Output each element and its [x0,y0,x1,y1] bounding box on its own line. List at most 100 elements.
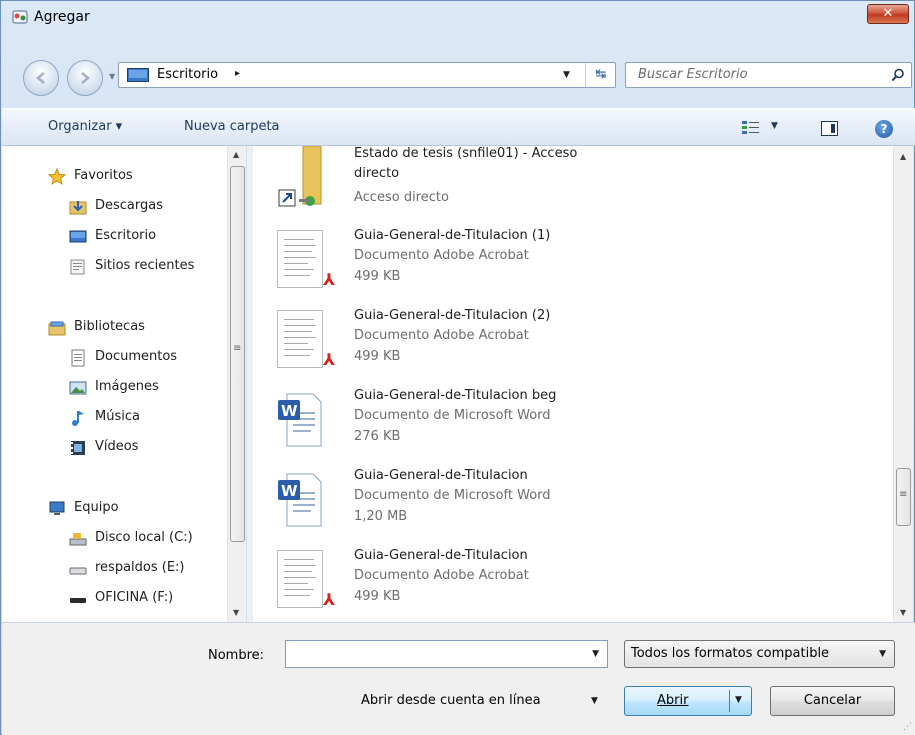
pane-splitter[interactable] [246,146,253,622]
file-type: Documento de Microsoft Word [354,488,551,503]
scroll-down-icon[interactable]: ▼ [233,608,239,617]
resize-grip-icon[interactable]: ⋰ [903,722,912,732]
recent-locations-dropdown[interactable]: ▼ [109,72,115,81]
word-document-icon: W [278,473,322,527]
scroll-up-icon[interactable]: ▲ [233,150,239,159]
libraries-icon [48,321,66,336]
back-button[interactable] [23,60,59,96]
file-type: Documento Adobe Acrobat [354,328,529,343]
system-drive-icon [69,533,87,546]
refresh-button[interactable]: ↹ [585,63,616,87]
file-item[interactable]: ⅄ Guia-General-de-Titulacion (1) Documen… [253,226,873,306]
address-dropdown-icon[interactable]: ▼ [563,70,570,80]
nav-pictures-label: Imágenes [95,379,159,394]
command-toolbar: Organizar ▾ Nueva carpeta ▼ ? [2,108,915,146]
new-folder-button[interactable]: Nueva carpeta [184,119,280,134]
nav-documents-label: Documentos [95,349,178,364]
cancel-button[interactable]: Cancelar [770,686,895,716]
file-list-scrollbar-thumb[interactable] [896,468,911,526]
usb-drive-icon [70,598,86,603]
change-view-icon[interactable] [741,119,761,137]
file-size: 499 KB [354,589,401,604]
file-name: Guia-General-de-Titulacion beg [354,388,557,403]
file-type: Documento de Microsoft Word [354,408,551,423]
chevron-down-icon: ▼ [879,649,886,659]
nav-recent-places-label: Sitios recientes [95,258,195,273]
cancel-button-label: Cancelar [803,693,862,708]
nav-scrollbar-thumb[interactable] [230,166,245,542]
open-online-dropdown-icon[interactable]: ▼ [591,696,598,706]
close-button[interactable]: ✕ [867,4,909,24]
file-item[interactable]: ⅄ Guia-General-de-Titulacion (2) Documen… [253,306,873,386]
pdf-file-icon [277,310,323,368]
open-options-dropdown-icon[interactable]: ▼ [735,695,742,705]
pdf-file-icon [277,230,323,288]
file-name-dropdown-icon[interactable]: ▼ [592,649,599,659]
forward-button[interactable] [67,60,103,96]
file-type: Documento Adobe Acrobat [354,248,529,263]
file-item[interactable]: W Guia-General-de-Titulacion Documento d… [253,466,873,546]
desktop-icon [69,230,87,243]
file-size: 276 KB [354,429,401,444]
file-list-scrollbar[interactable]: ▲ ▼ [893,146,913,622]
downloads-folder-icon [69,201,87,215]
file-item[interactable]: W Guia-General-de-Titulacion beg Documen… [253,386,873,466]
nav-videos-label: Vídeos [95,439,139,454]
search-icon[interactable] [891,68,905,82]
file-name: Guia-General-de-Titulacion [354,548,528,563]
nav-desktop-label: Escritorio [95,228,157,243]
acrobat-icon: ⅄ [323,350,336,369]
preview-pane-icon[interactable] [821,121,838,136]
file-type-filter-value: Todos los formatos compatible [631,646,830,661]
file-name-line2: directo [354,166,400,181]
pictures-icon [69,381,87,395]
nav-disk-f-label: OFICINA (F:) [95,590,174,605]
videos-icon [71,441,85,455]
desktop-icon [127,68,149,82]
file-dialog-window: Agregar ✕ ▼ Escritorio ▸ ▼ ↹ Buscar Escr… [0,0,915,735]
pdf-file-icon [277,550,323,608]
file-size: 499 KB [354,349,401,364]
help-icon[interactable]: ? [875,120,893,138]
documents-icon [71,349,85,367]
file-type: Documento Adobe Acrobat [354,568,529,583]
refresh-icon: ↹ [595,67,607,82]
drive-icon [69,567,87,575]
view-options-dropdown[interactable]: ▼ [771,121,778,131]
word-document-icon: W [278,393,322,447]
nav-computer-label: Equipo [74,500,119,515]
app-icon [12,10,28,24]
music-icon [72,411,84,426]
open-online-account-link[interactable]: Abrir desde cuenta en línea [361,693,541,708]
dialog-footer: Nombre: ▼ Todos los formatos compatible … [2,622,915,735]
search-placeholder: Buscar Escritorio [638,67,748,82]
file-name-input[interactable]: ▼ [285,640,608,668]
organize-button[interactable]: Organizar ▾ [48,119,122,134]
nav-libraries-label: Bibliotecas [74,319,145,334]
forward-arrow-icon [81,72,90,84]
file-type: Acceso directo [354,190,449,205]
file-name: Guia-General-de-Titulacion [354,468,528,483]
file-size: 499 KB [354,269,401,284]
file-item[interactable]: ⅄ Guia-General-de-Titulacion Documento A… [253,546,873,622]
computer-icon [49,501,65,515]
open-button[interactable]: Abrir ▼ [624,686,752,716]
nav-music-label: Música [95,409,140,424]
nav-disk-e-label: respaldos (E:) [95,560,185,575]
address-location[interactable]: Escritorio [157,67,218,82]
breadcrumb-chevron-icon[interactable]: ▸ [235,68,240,79]
nav-disk-c-label: Disco local (C:) [95,530,193,545]
star-icon [48,168,66,186]
file-name-label: Nombre: [208,648,265,663]
address-bar[interactable]: Escritorio ▸ ▼ ↹ [118,62,616,88]
back-arrow-icon [36,72,45,84]
scroll-down-icon[interactable]: ▼ [900,608,906,617]
nav-scrollbar[interactable]: ▲ ▼ [227,146,246,622]
title-bar: Agregar ✕ [1,1,914,33]
file-item[interactable]: Estado de tesis (snfile01) - Acceso dire… [253,146,873,226]
scroll-up-icon[interactable]: ▲ [900,152,906,161]
nav-downloads-label: Descargas [95,198,164,213]
search-input[interactable]: Buscar Escritorio [625,62,912,88]
file-type-filter-select[interactable]: Todos los formatos compatible ▼ [624,640,895,668]
split-divider [729,690,730,712]
